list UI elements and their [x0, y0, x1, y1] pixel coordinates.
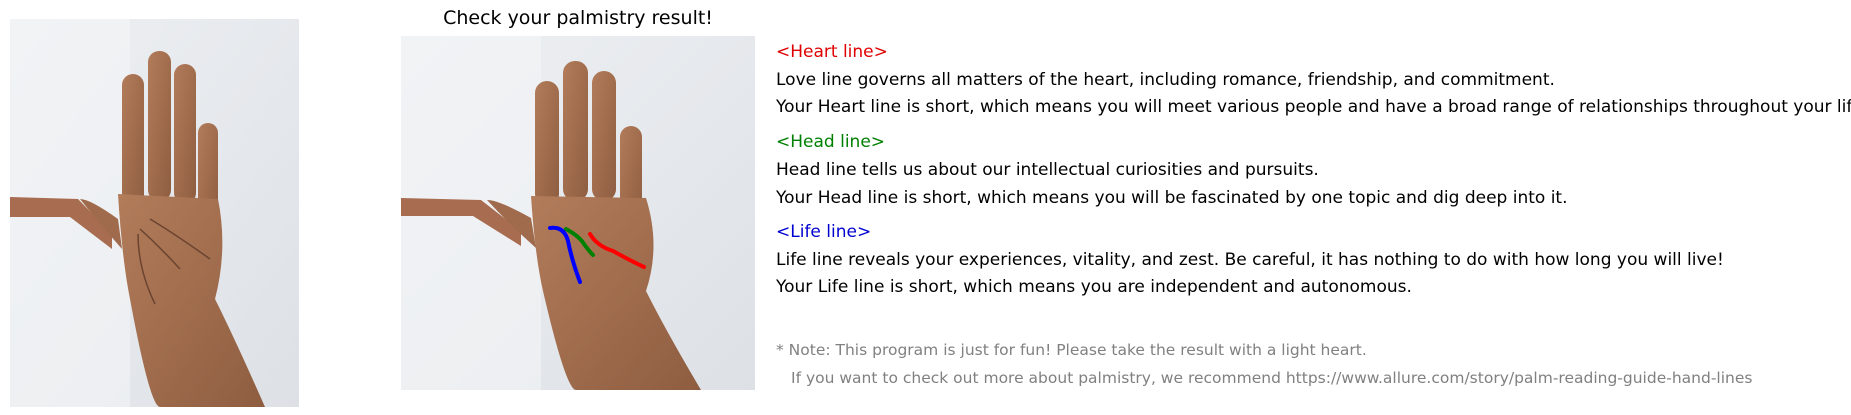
- life-line-description: Life line reveals your experiences, vita…: [776, 250, 1724, 270]
- result-hand-image: [401, 36, 755, 390]
- heart-line-heading: <Heart line>: [776, 42, 888, 62]
- life-line-heading: <Life line>: [776, 222, 872, 242]
- heart-line-result: Your Heart line is short, which means yo…: [776, 97, 1851, 117]
- result-title: Check your palmistry result!: [443, 7, 713, 29]
- note-reference: If you want to check out more about palm…: [791, 369, 1753, 387]
- head-line-result: Your Head line is short, which means you…: [776, 188, 1568, 208]
- original-hand-image: [10, 19, 299, 407]
- head-line-heading: <Head line>: [776, 132, 886, 152]
- life-line-result: Your Life line is short, which means you…: [776, 277, 1412, 297]
- heart-line-description: Love line governs all matters of the hea…: [776, 70, 1555, 90]
- head-line-description: Head line tells us about our intellectua…: [776, 160, 1319, 180]
- note-disclaimer: * Note: This program is just for fun! Pl…: [776, 341, 1367, 359]
